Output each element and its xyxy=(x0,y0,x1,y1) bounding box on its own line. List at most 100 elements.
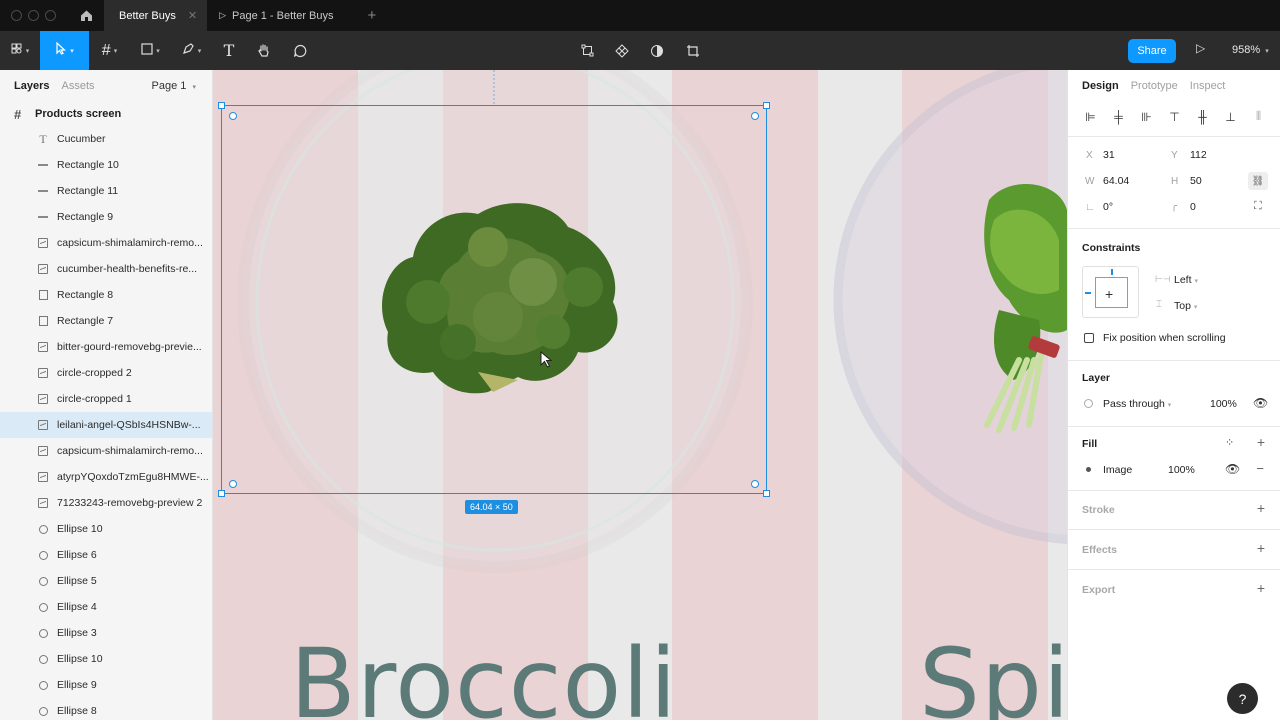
constraint-left-indicator[interactable] xyxy=(1085,292,1091,294)
height-input[interactable]: 50 xyxy=(1190,175,1202,187)
radius-handle[interactable] xyxy=(751,112,759,120)
constraint-top-indicator[interactable] xyxy=(1111,269,1113,275)
fix-position-checkbox[interactable] xyxy=(1084,333,1094,343)
align-right-icon[interactable]: ⊪ xyxy=(1138,108,1155,125)
layer-row[interactable]: Ellipse 3 xyxy=(0,620,212,646)
layer-row[interactable]: Ellipse 8 xyxy=(0,698,212,720)
align-vertical-center-icon[interactable]: ╫ xyxy=(1194,108,1211,125)
resize-handle-bottom-right[interactable] xyxy=(763,490,770,497)
crop-icon[interactable] xyxy=(682,31,704,70)
fill-type[interactable]: Image xyxy=(1103,464,1132,476)
blend-mode-select[interactable]: Pass through ▾ xyxy=(1103,398,1171,410)
add-fill-plus-icon[interactable]: + xyxy=(1257,434,1265,450)
x-input[interactable]: 31 xyxy=(1103,149,1115,161)
layer-row[interactable]: atyrpYQoxdoTzmEgu8HMWE-... xyxy=(0,464,212,490)
radius-handle[interactable] xyxy=(229,112,237,120)
layer-row[interactable]: circle-cropped 2 xyxy=(0,360,212,386)
mask-icon[interactable] xyxy=(646,31,668,70)
tab-assets[interactable]: Assets xyxy=(61,80,94,92)
resize-handle-top-right[interactable] xyxy=(763,102,770,109)
layer-row[interactable]: capsicum-shimalamirch-remo... xyxy=(0,230,212,256)
new-tab-plus-icon[interactable]: + xyxy=(368,7,377,24)
text-tool-icon[interactable]: T xyxy=(212,31,246,70)
resize-handle-top-left[interactable] xyxy=(218,102,225,109)
remove-fill-minus-icon[interactable]: − xyxy=(1256,461,1264,476)
layer-row[interactable]: circle-cropped 1 xyxy=(0,386,212,412)
vertical-constraint-select[interactable]: Top ▾ xyxy=(1174,300,1197,312)
close-tab-icon[interactable]: ✕ xyxy=(188,9,197,22)
comment-tool-icon[interactable] xyxy=(282,31,318,70)
layer-row[interactable]: 71233243-removebg-preview 2 xyxy=(0,490,212,516)
minimize-window-button[interactable] xyxy=(28,10,39,21)
rotation-input[interactable]: 0° xyxy=(1103,201,1113,213)
resize-handle-bottom-left[interactable] xyxy=(218,490,225,497)
constraints-widget[interactable]: + xyxy=(1082,266,1139,318)
horizontal-constraint-select[interactable]: Left ▾ xyxy=(1174,274,1198,286)
layer-row[interactable]: Ellipse 4 xyxy=(0,594,212,620)
layer-row[interactable]: bitter-gourd-removebg-previe... xyxy=(0,334,212,360)
distribute-icon[interactable]: ⦀ xyxy=(1250,108,1267,125)
close-window-button[interactable] xyxy=(11,10,22,21)
eye-icon[interactable]: 👁 xyxy=(1253,396,1268,410)
layer-row[interactable]: Ellipse 10 xyxy=(0,516,212,542)
y-input[interactable]: 112 xyxy=(1190,149,1207,161)
add-export-plus-icon[interactable]: + xyxy=(1257,580,1265,596)
layer-row[interactable]: capsicum-shimalamirch-remo... xyxy=(0,438,212,464)
align-top-icon[interactable]: ⊤ xyxy=(1166,108,1183,125)
help-button[interactable]: ? xyxy=(1227,683,1258,714)
corner-radius-input[interactable]: 0 xyxy=(1190,201,1196,213)
layer-frame-products-screen[interactable]: # Products screen xyxy=(0,102,212,126)
align-horizontal-center-icon[interactable]: ╪ xyxy=(1110,108,1127,125)
radius-handle[interactable] xyxy=(751,480,759,488)
tab-layers[interactable]: Layers xyxy=(14,80,49,92)
layer-row[interactable]: Rectangle 10 xyxy=(0,152,212,178)
eye-icon[interactable]: 👁 xyxy=(1225,462,1240,476)
image-fill-swatch[interactable] xyxy=(1086,467,1091,472)
align-left-icon[interactable]: ⊫ xyxy=(1082,108,1099,125)
add-stroke-plus-icon[interactable]: + xyxy=(1257,500,1265,516)
page-selector[interactable]: Page 1 ▾ xyxy=(152,80,196,92)
design-canvas[interactable]: Broccoli Spi 64.04 × 50 xyxy=(213,70,1067,720)
pen-tool-button[interactable]: ▾ xyxy=(171,31,212,70)
layer-opacity-input[interactable]: 100% xyxy=(1210,398,1237,410)
tab-design[interactable]: Design xyxy=(1082,80,1119,92)
layer-row[interactable]: Ellipse 6 xyxy=(0,542,212,568)
layer-row[interactable]: T Cucumber xyxy=(0,126,212,152)
layer-row[interactable]: Rectangle 9 xyxy=(0,204,212,230)
layer-row[interactable]: Rectangle 11 xyxy=(0,178,212,204)
share-button[interactable]: Share xyxy=(1128,39,1176,63)
main-menu-button[interactable]: ▾ xyxy=(0,31,40,70)
add-effect-plus-icon[interactable]: + xyxy=(1257,540,1265,556)
hand-tool-icon[interactable] xyxy=(246,31,282,70)
home-icon[interactable] xyxy=(78,8,94,24)
layer-row[interactable]: Ellipse 5 xyxy=(0,568,212,594)
frame-tool-button[interactable]: # ▾ xyxy=(89,31,130,70)
layer-row[interactable]: Rectangle 8 xyxy=(0,282,212,308)
selection-box[interactable] xyxy=(218,102,770,497)
zoom-level-dropdown[interactable]: 958% ▾ xyxy=(1232,44,1269,56)
tab-page-1-prototype[interactable]: ▷ Page 1 - Better Buys xyxy=(207,0,345,31)
fill-opacity-input[interactable]: 100% xyxy=(1168,464,1195,476)
present-play-icon[interactable]: ▷ xyxy=(1196,41,1205,55)
layer-row[interactable]: Ellipse 9 xyxy=(0,672,212,698)
move-tool-button[interactable]: ▾ xyxy=(40,31,89,70)
radius-handle[interactable] xyxy=(229,480,237,488)
component-icon[interactable] xyxy=(611,31,633,70)
layer-row[interactable]: cucumber-health-benefits-re... xyxy=(0,256,212,282)
layer-row[interactable]: Rectangle 7 xyxy=(0,308,212,334)
spinach-heading[interactable]: Spi xyxy=(919,628,1067,720)
tab-inspect[interactable]: Inspect xyxy=(1190,80,1225,92)
align-bottom-icon[interactable]: ⊥ xyxy=(1222,108,1239,125)
width-input[interactable]: 64.04 xyxy=(1103,175,1129,187)
layer-row[interactable]: leilani-angel-QSbIs4HSNBw-... xyxy=(0,412,212,438)
broccoli-heading[interactable]: Broccoli xyxy=(290,628,678,720)
maximize-window-button[interactable] xyxy=(45,10,56,21)
layer-row[interactable]: Ellipse 10 xyxy=(0,646,212,672)
shape-tool-button[interactable]: ▾ xyxy=(130,31,171,70)
reset-frame-icon[interactable] xyxy=(576,31,598,70)
independent-corners-icon[interactable]: ⛶ xyxy=(1254,200,1262,213)
styles-grid-icon[interactable]: ⁘ xyxy=(1225,436,1234,449)
tab-better-buys[interactable]: Better Buys ✕ xyxy=(104,0,208,31)
constrain-proportions-icon[interactable]: ⛓ xyxy=(1248,172,1268,190)
tab-prototype[interactable]: Prototype xyxy=(1131,80,1178,92)
